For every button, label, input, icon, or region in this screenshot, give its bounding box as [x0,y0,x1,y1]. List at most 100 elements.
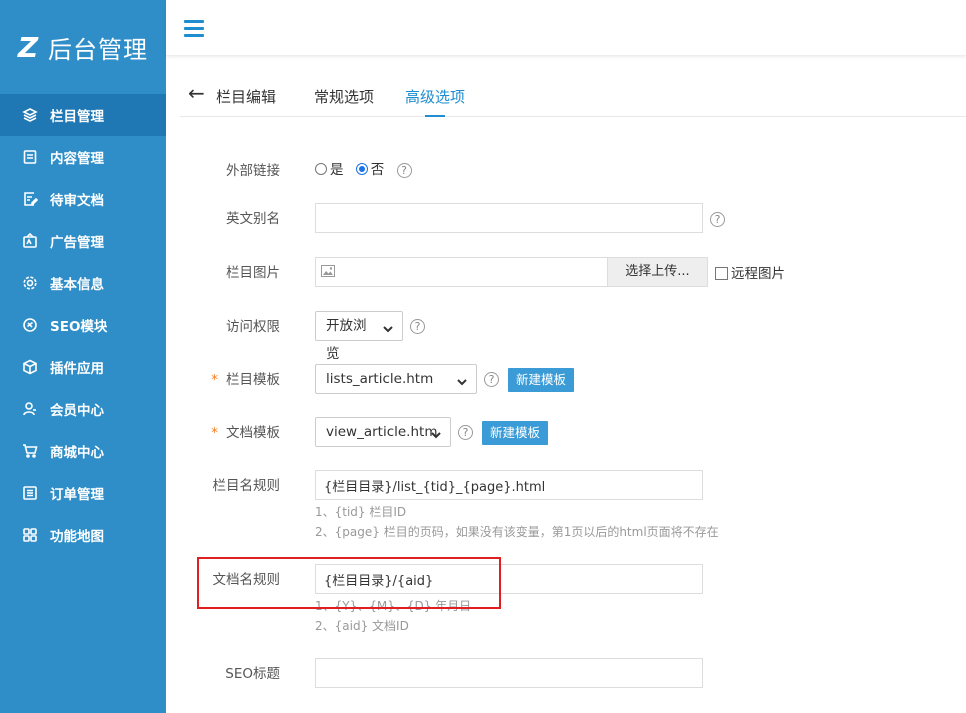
help-icon[interactable]: ? [484,372,499,387]
sidebar-item-plugins[interactable]: 插件应用 [0,346,166,388]
tab-advanced[interactable]: 高级选项 [405,86,465,117]
sidebar-item-content-management[interactable]: 内容管理 [0,136,166,178]
sidebar: Z 后台管理 栏目管理 内容管理 待审文档 广告管理 基本信息 SEO模块 插件… [0,0,166,713]
top-bar [166,0,966,56]
image-icon [321,265,335,277]
app: Z 后台管理 栏目管理 内容管理 待审文档 广告管理 基本信息 SEO模块 插件… [0,0,966,713]
label-column-template-text: 栏目模板 [226,372,280,388]
list-icon [22,485,38,501]
cart-icon [22,443,38,459]
sidebar-item-label: 插件应用 [50,361,104,377]
label-column-template: * 栏目模板 [211,368,280,388]
sidebar-item-seo[interactable]: SEO模块 [0,304,166,346]
sidebar-item-label: 订单管理 [50,487,104,503]
remote-image-checkbox[interactable]: 远程图片 [715,262,785,282]
row-column-rule: 栏目名规则 1、{tid} 栏目ID 2、{page} 栏目的页码，如果没有该变… [180,470,966,542]
doc-template-select[interactable]: view_article.htm [315,417,451,447]
column-image-upload: 选择上传... [315,257,708,287]
gear-icon [22,275,38,291]
chevron-down-icon [455,371,469,386]
new-column-template-button[interactable]: 新建模板 [508,368,575,392]
row-column-image: 栏目图片 选择上传... 远程图片 [180,257,966,289]
access-select-value: 开放浏览 [326,318,367,362]
sidebar-item-ad-management[interactable]: 广告管理 [0,220,166,262]
row-english-alias: 英文别名 ? [180,203,966,235]
sidebar-item-orders[interactable]: 订单管理 [0,472,166,514]
document-icon [22,149,38,165]
sidebar-item-label: 功能地图 [50,529,104,545]
radio-yes[interactable]: 是 [315,162,344,178]
column-template-value: lists_article.htm [326,371,434,387]
label-access: 访问权限 [226,319,280,335]
page-title: 栏目编辑 [216,88,277,106]
sidebar-item-column-management[interactable]: 栏目管理 [0,94,166,136]
user-icon [22,401,38,417]
column-rule-hint-1: 1、{tid} 栏目ID [315,505,407,519]
layers-icon [22,107,38,123]
seo-title-input[interactable] [315,658,703,688]
external-link-radios: 是 否 ? [315,158,412,178]
ad-icon [22,233,38,249]
row-doc-template: * 文档模板 view_article.htm ? 新建模板 [180,417,966,449]
sidebar-item-label: 商城中心 [50,445,104,461]
sidebar-item-pending-docs[interactable]: 待审文档 [0,178,166,220]
tab-general[interactable]: 常规选项 [314,86,374,117]
doc-rule-hint-1: 1、{Y}、{M}、{D} 年月日 [315,599,472,613]
required-mark: * [211,372,218,388]
label-doc-template-text: 文档模板 [226,425,280,441]
sidebar-item-function-map[interactable]: 功能地图 [0,514,166,556]
sidebar-item-label: 内容管理 [50,151,104,167]
logo[interactable]: Z 后台管理 [0,0,166,94]
help-icon[interactable]: ? [458,425,473,440]
help-icon[interactable]: ? [396,163,412,178]
radio-no-label: 否 [370,162,385,178]
back-arrow-icon[interactable]: ← [188,82,205,104]
row-seo-title: SEO标题 [180,658,966,690]
row-access: 访问权限 开放浏览 ? [180,311,966,362]
cube-icon [22,359,38,375]
column-rule-input[interactable] [315,470,703,500]
column-template-select[interactable]: lists_article.htm [315,364,477,394]
seo-icon [22,317,38,333]
chevron-down-icon [429,424,443,439]
grid-icon [22,527,38,543]
radio-no[interactable]: 否 [355,162,385,178]
row-column-template: * 栏目模板 lists_article.htm ? 新建模板 [180,364,966,396]
sidebar-item-label: 待审文档 [50,193,104,209]
edit-document-icon [22,191,38,207]
row-doc-rule: 文档名规则 1、{Y}、{M}、{D} 年月日 2、{aid} 文档ID [180,564,966,636]
required-mark: * [211,425,218,441]
menu-toggle-icon[interactable] [184,20,204,38]
help-icon[interactable]: ? [710,212,725,227]
sidebar-item-members[interactable]: 会员中心 [0,388,166,430]
sidebar-item-label: 会员中心 [50,403,104,419]
logo-mark: Z [17,30,39,64]
doc-rule-input[interactable] [315,564,703,594]
label-doc-rule: 文档名规则 [212,572,281,588]
radio-yes-label: 是 [330,162,344,178]
label-seo-title: SEO标题 [225,666,280,682]
sidebar-item-label: 栏目管理 [50,109,104,125]
tab-bar: ← 栏目编辑 常规选项 高级选项 [180,74,966,117]
row-external-link: 外部链接 是 否 ? [180,157,966,179]
label-doc-template: * 文档模板 [211,421,280,441]
label-column-rule: 栏目名规则 [212,478,281,494]
new-doc-template-button[interactable]: 新建模板 [482,421,549,445]
column-rule-hint-2: 2、{page} 栏目的页码，如果没有该变量，第1页以后的html页面将不存在 [315,525,719,539]
sidebar-item-label: 广告管理 [50,235,104,251]
upload-button[interactable]: 选择上传... [607,258,707,286]
access-select[interactable]: 开放浏览 [315,311,403,362]
label-english-alias: 英文别名 [226,211,280,227]
sidebar-item-label: SEO模块 [50,319,108,335]
sidebar-item-shop[interactable]: 商城中心 [0,430,166,472]
logo-text: 后台管理 [48,35,148,64]
doc-rule-hint-2: 2、{aid} 文档ID [315,619,409,633]
sidebar-item-basic-info[interactable]: 基本信息 [0,262,166,304]
help-icon[interactable]: ? [410,319,425,334]
label-column-image: 栏目图片 [226,265,280,281]
chevron-down-icon [381,318,395,333]
doc-template-value: view_article.htm [326,424,438,440]
checkbox-box [715,267,728,280]
english-alias-input[interactable] [315,203,703,233]
remote-image-label: 远程图片 [731,266,785,282]
